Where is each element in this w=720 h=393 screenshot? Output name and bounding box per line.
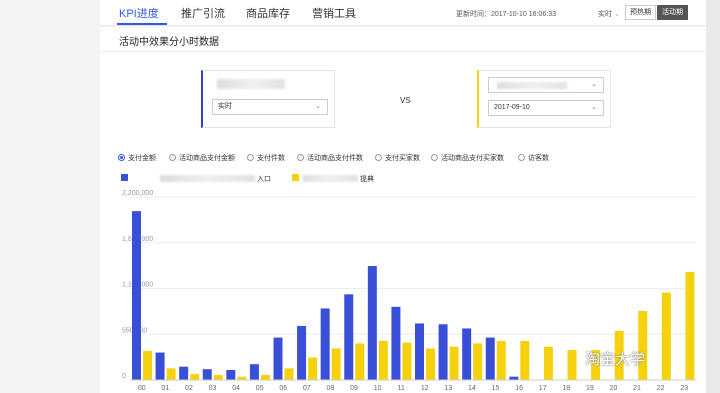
- bar-blue: [462, 328, 472, 380]
- bar-blue: [202, 369, 212, 380]
- x-tick-label: 14: [468, 385, 476, 392]
- watermark-text: 淘宝大学: [585, 351, 646, 368]
- bar-blue: [226, 370, 236, 380]
- bar-yellow: [567, 350, 577, 380]
- update-time: 更新时间：2017-10-10 16:06:33: [456, 11, 556, 18]
- x-tick-label: 19: [586, 385, 594, 392]
- bar-yellow: [213, 375, 223, 380]
- bar-blue: [273, 337, 283, 380]
- x-tick-label: 02: [185, 385, 193, 392]
- x-tick-label: 05: [256, 385, 264, 392]
- realtime-toggle[interactable]: 实时 ⌄: [598, 9, 620, 19]
- bar-yellow: [520, 340, 530, 380]
- x-tick-label: 04: [232, 385, 240, 392]
- y-tick-label: 2,200,000: [122, 190, 153, 197]
- bar-blue: [155, 352, 165, 380]
- bar-yellow: [543, 346, 553, 380]
- x-tick-label: 12: [421, 385, 429, 392]
- active-phase-button[interactable]: 活动期: [657, 5, 688, 20]
- bar-blue: [320, 308, 330, 380]
- bar-blue: [415, 323, 424, 380]
- bar-yellow: [260, 375, 270, 380]
- bar-yellow: [143, 350, 152, 380]
- bar-yellow: [308, 357, 318, 380]
- x-tick-label: 00: [138, 385, 146, 392]
- x-tick-label: 21: [633, 385, 641, 392]
- bar-yellow: [685, 271, 695, 380]
- x-tick-label: 11: [398, 385, 405, 392]
- bar-yellow: [426, 348, 435, 380]
- bar-blue: [297, 325, 307, 380]
- bar-blue: [438, 324, 448, 380]
- pre-phase-button[interactable]: 预热期: [625, 5, 656, 20]
- bar-blue: [367, 266, 377, 380]
- bar-blue: [391, 306, 401, 380]
- bar-yellow: [331, 348, 341, 380]
- bar-blue: [344, 294, 354, 380]
- bar-blue: [485, 337, 495, 380]
- x-tick-label: 01: [161, 385, 169, 392]
- x-tick-label: 17: [539, 385, 547, 392]
- tab-kpi-progress[interactable]: KPI进度: [119, 5, 159, 21]
- x-tick-label: 15: [492, 385, 500, 392]
- x-tick-label: 07: [303, 385, 311, 392]
- bar-blue: [132, 211, 141, 380]
- bar-yellow: [190, 374, 200, 380]
- bar-yellow: [661, 292, 671, 380]
- bar-blue: [179, 366, 189, 380]
- hourly-bar-chart: 2,200,0001,650,0001,100,000550,000000010…: [122, 190, 696, 392]
- main-panel: 活动中效果分小时数据 实时 ⌄ VS ⌄ 2017-09-10 ⌄ 支付金额 活动商…: [100, 27, 706, 393]
- x-tick-label: 08: [327, 385, 335, 392]
- bar-yellow: [355, 343, 365, 380]
- bar-yellow: [638, 310, 648, 380]
- left-sidebar: [0, 0, 100, 393]
- x-tick-label: 03: [209, 385, 217, 392]
- x-tick-label: 06: [279, 385, 287, 392]
- chevron-down-icon: ⌄: [612, 11, 620, 18]
- bar-yellow: [496, 340, 506, 380]
- x-tick-label: 10: [374, 385, 382, 392]
- bar-yellow: [402, 342, 412, 380]
- x-tick-label: 23: [680, 385, 688, 392]
- bar-blue: [249, 364, 259, 380]
- y-tick-label: 0: [122, 373, 126, 380]
- bar-yellow: [284, 368, 294, 380]
- bar-yellow: [473, 343, 483, 380]
- active-tab-indicator: [117, 23, 167, 25]
- bar-yellow: [378, 340, 388, 380]
- x-tick-label: 13: [444, 385, 452, 392]
- x-tick-label: 20: [610, 385, 618, 392]
- tab-marketing-tools[interactable]: 营销工具: [312, 5, 356, 21]
- bar-yellow: [449, 346, 459, 380]
- x-tick-label: 09: [350, 385, 358, 392]
- top-navigation: KPI进度 推广引流 商品库存 营销工具 更新时间：2017-10-10 16:…: [100, 0, 706, 26]
- x-tick-label: 16: [515, 385, 523, 392]
- tab-product-inventory[interactable]: 商品库存: [246, 5, 290, 21]
- tab-traffic-promotion[interactable]: 推广引流: [181, 5, 225, 21]
- x-tick-label: 22: [657, 385, 665, 392]
- bar-yellow: [166, 368, 176, 380]
- x-tick-label: 18: [562, 385, 570, 392]
- right-scrollbar[interactable]: [706, 0, 720, 393]
